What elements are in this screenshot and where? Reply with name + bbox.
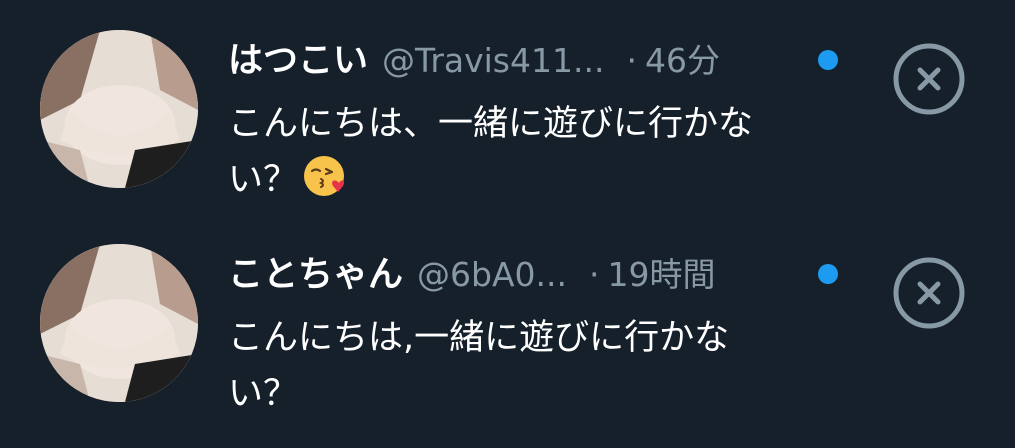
avatar-image bbox=[40, 244, 198, 402]
dismiss-button[interactable] bbox=[890, 254, 968, 332]
message-content: はつこい @Travis411... · 46分 こんにちは、一緒に遊びに行かな… bbox=[228, 32, 798, 208]
message-text: こんにちは、一緒に遊びに行かない？ bbox=[228, 96, 798, 208]
separator: · bbox=[589, 255, 600, 294]
message-row[interactable]: はつこい @Travis411... · 46分 こんにちは、一緒に遊びに行かな… bbox=[0, 18, 1015, 218]
close-circle-icon bbox=[893, 257, 965, 329]
unread-indicator bbox=[818, 50, 838, 70]
message-text: こんにちは,一緒に遊びに行かない？ bbox=[228, 310, 798, 422]
face-blowing-a-kiss-icon bbox=[302, 153, 348, 199]
separator: · bbox=[626, 41, 637, 80]
close-circle-icon bbox=[893, 43, 965, 115]
sender-name[interactable]: はつこい bbox=[228, 32, 368, 83]
dismiss-button[interactable] bbox=[890, 40, 968, 118]
timestamp: 46分 bbox=[644, 41, 720, 80]
timestamp: 19時間 bbox=[607, 255, 716, 294]
message-header: ことちゃん @6bA0... · 19時間 bbox=[228, 246, 798, 306]
avatar[interactable] bbox=[40, 244, 198, 402]
message-header: はつこい @Travis411... · 46分 bbox=[228, 32, 798, 92]
message-content: ことちゃん @6bA0... · 19時間 こんにちは,一緒に遊びに行かない？ bbox=[228, 246, 798, 422]
unread-indicator bbox=[818, 264, 838, 284]
sender-handle[interactable]: @Travis411... bbox=[382, 41, 604, 80]
sender-handle[interactable]: @6bA0... bbox=[417, 255, 567, 294]
message-row[interactable]: ことちゃん @6bA0... · 19時間 こんにちは,一緒に遊びに行かない？ bbox=[0, 232, 1015, 432]
avatar-image bbox=[40, 30, 198, 188]
sender-name[interactable]: ことちゃん bbox=[228, 246, 403, 297]
message-body: こんにちは,一緒に遊びに行かない？ bbox=[228, 318, 730, 414]
avatar[interactable] bbox=[40, 30, 198, 188]
